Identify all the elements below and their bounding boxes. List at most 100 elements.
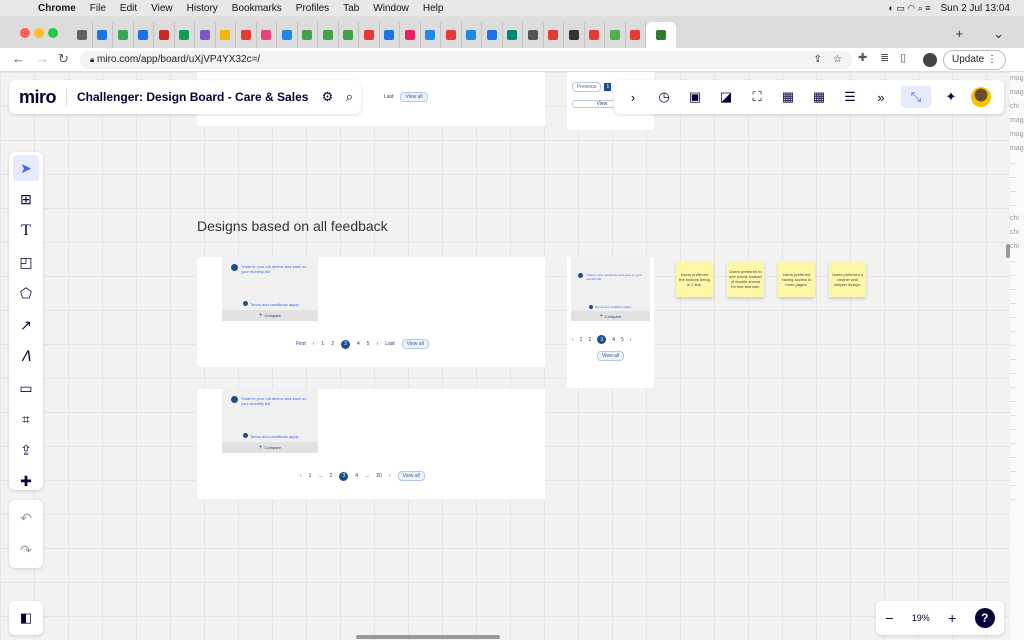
browser-tab[interactable] [195, 22, 216, 48]
browser-tab[interactable] [93, 22, 113, 48]
browser-tab[interactable] [400, 22, 421, 48]
browser-tab[interactable] [318, 22, 339, 48]
browser-tab[interactable] [544, 22, 564, 48]
browser-tab[interactable] [257, 22, 277, 48]
card-icon[interactable]: ▣ [684, 86, 706, 108]
pager-last[interactable]: Last [384, 94, 393, 100]
zoom-window-button[interactable] [48, 28, 58, 38]
page-current[interactable]: 3 [597, 335, 607, 344]
more-icon[interactable]: » [870, 86, 892, 108]
pager-view-all[interactable]: View all [597, 351, 625, 361]
profile-avatar[interactable] [923, 53, 937, 67]
sticky-note-icon[interactable]: ◰ [13, 249, 39, 275]
menu-window[interactable]: Window [373, 3, 409, 14]
extensions-icon[interactable]: ✚ [858, 51, 867, 64]
undo-icon[interactable]: ↶ [13, 505, 39, 531]
upload-icon[interactable]: ⇪ [13, 437, 39, 463]
pager-view-all[interactable]: View all [397, 471, 425, 481]
reading-list-icon[interactable]: ≣ [880, 51, 889, 64]
templates-icon[interactable]: ⊞ [13, 186, 39, 212]
browser-tab[interactable] [216, 22, 236, 48]
zoom-in-icon[interactable]: + [948, 610, 956, 626]
chevron-right-icon[interactable]: › [377, 341, 379, 347]
mobile-design-frame[interactable]: Trade in your old device and save on you… [567, 257, 654, 388]
page-1[interactable]: 1 [321, 341, 324, 347]
embed-icon[interactable]: ◪ [715, 86, 737, 108]
timer-icon[interactable]: ◷ [653, 86, 675, 108]
page-4[interactable]: 4 [612, 337, 615, 343]
page-1[interactable]: 1 [580, 337, 583, 343]
browser-tab[interactable] [154, 22, 175, 48]
sticky-note-4[interactable]: Users preferred a cleaner and simpler de… [829, 261, 866, 297]
comment-icon[interactable]: ▭ [13, 375, 39, 401]
select-icon[interactable]: ➤ [13, 155, 39, 181]
focus-icon[interactable]: ⛶ [746, 86, 768, 108]
menu-tab[interactable]: Tab [343, 3, 359, 14]
board-title[interactable]: Challenger: Design Board - Care & Sales [77, 90, 308, 104]
status-icons[interactable]: ◐ ▭ ◠ ⌕ ≡ [888, 3, 930, 14]
compare-button[interactable]: + Compare [571, 311, 650, 321]
miro-logo[interactable]: miro [19, 87, 57, 108]
page-2[interactable]: 2 [588, 337, 591, 343]
chevron-right-icon[interactable]: › [389, 473, 391, 479]
sticky-note-2[interactable]: Users preferred to see words instead of … [727, 261, 764, 297]
pager-previous[interactable]: Previous [572, 82, 602, 92]
search-icon[interactable]: ⌕ [338, 86, 360, 108]
page-current[interactable]: 3 [339, 471, 349, 481]
user-avatar[interactable] [971, 87, 991, 107]
compare-button[interactable]: + Compare [222, 310, 318, 321]
minimize-window-button[interactable] [34, 28, 44, 38]
browser-tab[interactable] [277, 22, 298, 48]
menu-bookmarks[interactable]: Bookmarks [232, 3, 282, 14]
forward-icon[interactable]: → [36, 51, 49, 66]
browser-tab[interactable] [421, 22, 441, 48]
pager-last[interactable]: Last [385, 341, 394, 347]
browser-tab[interactable] [523, 22, 544, 48]
sticky-note-3[interactable]: Users preferred having access to more pa… [778, 261, 815, 297]
sidepanel-icon[interactable]: ▯ [900, 51, 906, 64]
pager-view-all[interactable]: View all [401, 339, 429, 349]
help-icon[interactable]: ? [974, 608, 995, 628]
pager-page[interactable]: 1 [604, 83, 612, 91]
calendar-icon[interactable]: ▦ [777, 86, 799, 108]
frame-icon[interactable]: ⌗ [13, 406, 39, 432]
page-20[interactable]: 20 [376, 473, 382, 479]
page-5[interactable]: 5 [367, 341, 370, 347]
browser-tab[interactable] [503, 22, 523, 48]
design-frame-1[interactable]: Trade in your old device and save on you… [197, 257, 545, 367]
tab-search-icon[interactable]: ⌄ [993, 26, 1004, 42]
section-title[interactable]: Designs based on all feedback [197, 218, 388, 234]
zoom-level[interactable]: 19% [912, 613, 930, 623]
chevron-right-icon[interactable]: › [630, 337, 632, 343]
text-icon[interactable]: T [13, 218, 39, 244]
chevron-left-icon[interactable]: ‹ [300, 473, 302, 479]
compare-button[interactable]: + Compare [222, 442, 318, 453]
page-current[interactable]: 3 [340, 339, 350, 349]
new-tab-icon[interactable]: + [956, 26, 964, 42]
cursor-filter-icon[interactable]: ⤡ [901, 86, 931, 108]
chevron-right-icon[interactable]: › [622, 86, 644, 108]
page-2[interactable]: 2 [331, 341, 334, 347]
connector-icon[interactable]: ↗ [13, 312, 39, 338]
page-1[interactable]: 1 [309, 473, 312, 479]
sticky-note-1[interactable]: Users preferred the buttons being in 1 l… [676, 261, 713, 297]
chevron-left-icon[interactable]: ‹ [572, 337, 574, 343]
menu-app-name[interactable]: Chrome [38, 3, 76, 14]
browser-tab[interactable] [298, 22, 318, 48]
address-bar[interactable]: 🔒︎ miro.com/app/board/uXjVP4YX32c=/ ⇪ ☆ [80, 51, 852, 69]
calendar-alt-icon[interactable]: ▦ [808, 86, 830, 108]
browser-tab[interactable] [585, 22, 605, 48]
menu-view[interactable]: View [151, 3, 173, 14]
bookmark-star-icon[interactable]: ☆ [833, 51, 842, 69]
horizontal-scrollbar[interactable] [356, 635, 500, 639]
browser-tab[interactable] [113, 22, 134, 48]
pager-first[interactable]: First [296, 341, 306, 347]
shapes-icon[interactable]: ⬠ [13, 280, 39, 306]
share-icon[interactable]: ⇪ [814, 51, 822, 69]
apps-icon[interactable]: ✚ [13, 468, 39, 494]
reload-icon[interactable]: ↻ [58, 51, 69, 67]
settings-icon[interactable]: ⚙ [316, 86, 338, 108]
back-icon[interactable]: ← [12, 51, 25, 66]
browser-tab[interactable] [626, 22, 646, 48]
close-window-button[interactable] [20, 28, 30, 38]
